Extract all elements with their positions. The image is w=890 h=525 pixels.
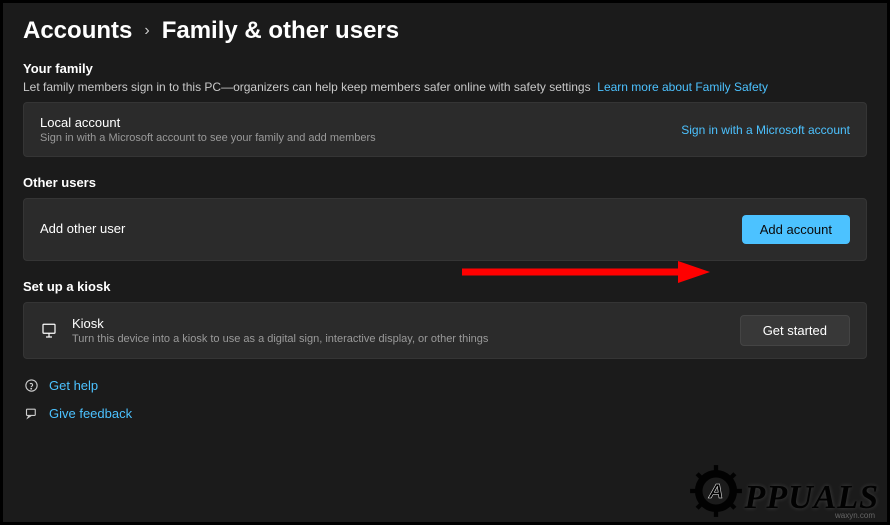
get-help-link[interactable]: Get help (49, 378, 98, 393)
local-account-card: Local account Sign in with a Microsoft a… (23, 102, 867, 157)
family-section: Your family Let family members sign in t… (23, 61, 867, 157)
family-description: Let family members sign in to this PC—or… (23, 80, 867, 94)
gear-letter-icon: A (689, 464, 743, 518)
add-other-user-card: Add other user Add account (23, 198, 867, 261)
kiosk-subtitle: Turn this device into a kiosk to use as … (72, 333, 488, 345)
watermark-sub: waxyn.com (835, 511, 875, 520)
add-other-user-title: Add other user (40, 221, 125, 236)
kiosk-section: Set up a kiosk Kiosk Turn this device in… (23, 279, 867, 359)
local-account-subtitle: Sign in with a Microsoft account to see … (40, 132, 376, 144)
page-title: Family & other users (162, 17, 399, 45)
chevron-right-icon: › (144, 22, 149, 40)
other-users-heading: Other users (23, 175, 867, 190)
give-feedback-row[interactable]: Give feedback (23, 405, 867, 421)
kiosk-title: Kiosk (72, 316, 488, 331)
kiosk-heading: Set up a kiosk (23, 279, 867, 294)
family-heading: Your family (23, 61, 867, 76)
help-icon (23, 377, 39, 393)
svg-text:A: A (707, 480, 723, 503)
footer-links: Get help Give feedback (23, 377, 867, 421)
add-account-button[interactable]: Add account (742, 215, 850, 244)
family-safety-link[interactable]: Learn more about Family Safety (597, 80, 768, 94)
sign-in-microsoft-link[interactable]: Sign in with a Microsoft account (681, 123, 850, 137)
local-account-title: Local account (40, 115, 376, 130)
feedback-icon (23, 405, 39, 421)
breadcrumb: Accounts › Family & other users (23, 17, 867, 45)
family-desc-text: Let family members sign in to this PC—or… (23, 80, 591, 94)
kiosk-card: Kiosk Turn this device into a kiosk to u… (23, 302, 867, 359)
give-feedback-link[interactable]: Give feedback (49, 406, 132, 421)
other-users-section: Other users Add other user Add account (23, 175, 867, 261)
watermark: A PPUALS (689, 464, 879, 518)
get-started-button[interactable]: Get started (740, 315, 850, 346)
get-help-row[interactable]: Get help (23, 377, 867, 393)
breadcrumb-parent[interactable]: Accounts (23, 17, 132, 45)
kiosk-icon (40, 322, 58, 340)
